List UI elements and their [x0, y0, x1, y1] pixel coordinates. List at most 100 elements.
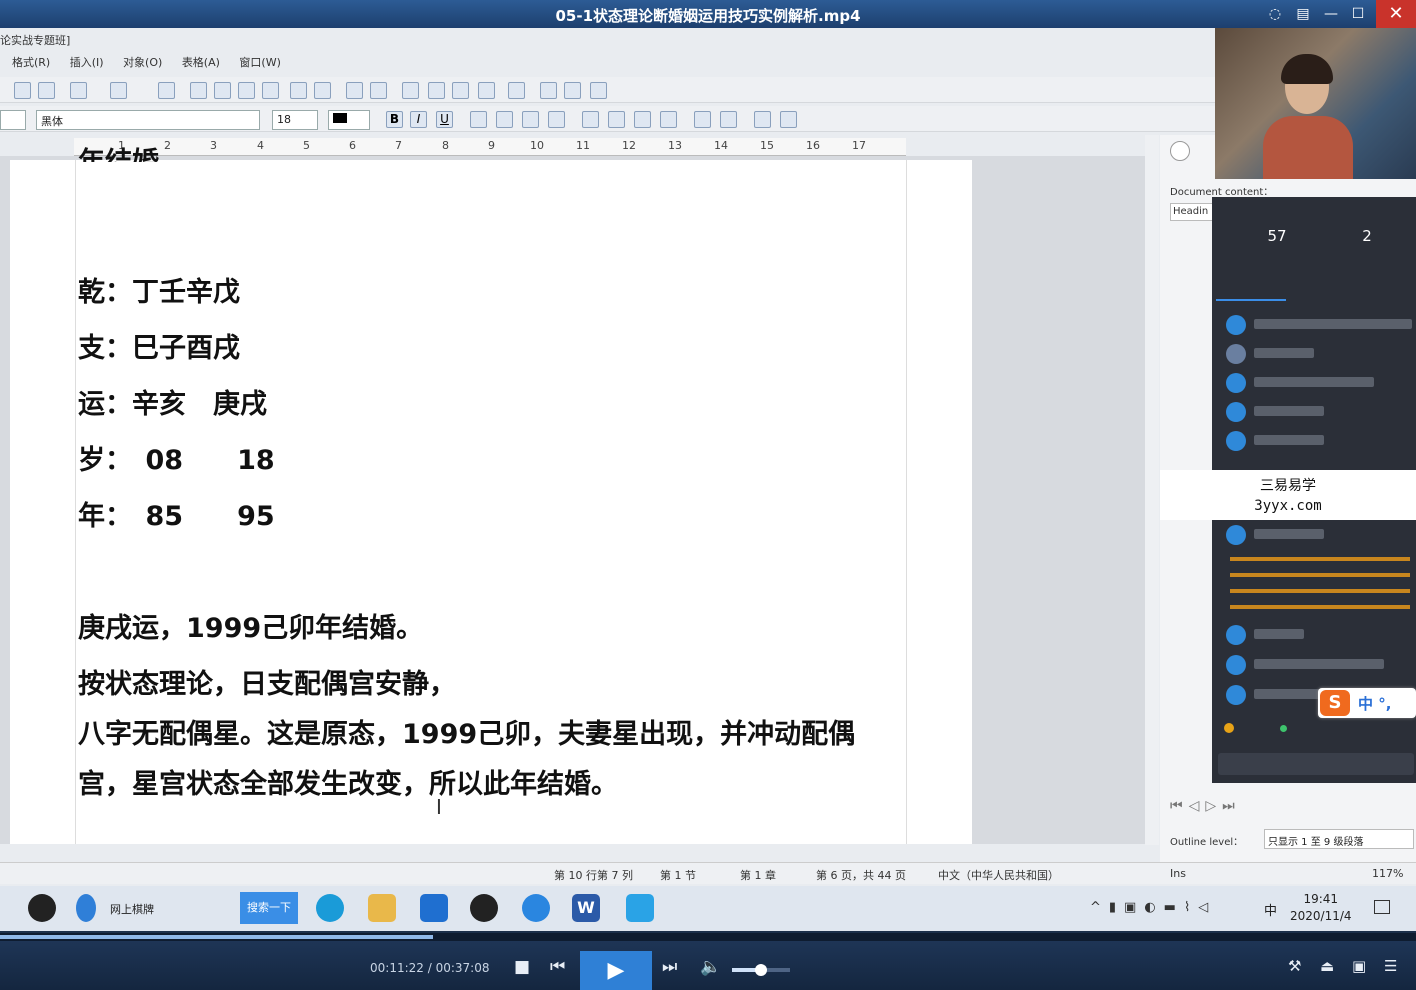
chat-input[interactable]	[1218, 753, 1414, 775]
volume-slider[interactable]	[732, 964, 790, 976]
table-icon[interactable]	[238, 82, 255, 99]
seek-bar-fill	[0, 935, 434, 939]
chat-icon[interactable]: ◌	[1264, 4, 1286, 24]
binoculars-icon[interactable]	[508, 82, 525, 99]
align-left-button[interactable]	[470, 111, 487, 128]
seek-bar[interactable]	[0, 933, 1416, 941]
volume-icon[interactable]: 🔈	[700, 957, 721, 977]
maximize-button[interactable]: ☐	[1347, 4, 1369, 24]
outline-level-dropdown[interactable]: 只显示 1 至 9 级段落	[1264, 829, 1414, 849]
ruler-mark: 11	[576, 139, 590, 152]
font-size-dropdown[interactable]: 18	[272, 110, 318, 130]
decrease-indent-button[interactable]	[754, 111, 771, 128]
heading-field[interactable]: Headin	[1170, 203, 1214, 221]
nav-buttons[interactable]: ⏮◁▷⏭	[1170, 798, 1280, 818]
undo-icon[interactable]	[70, 82, 87, 99]
underline-button[interactable]: U	[436, 111, 453, 128]
search-button[interactable]: 搜索一下	[240, 892, 298, 924]
playlist-icon[interactable]: ▤	[1292, 4, 1314, 24]
app-icon[interactable]	[522, 894, 550, 922]
document-line: 支：巳子酉戌	[78, 333, 240, 364]
ruler-mark: 5	[303, 139, 310, 152]
zoom-icon[interactable]	[290, 82, 307, 99]
frame-icon[interactable]	[370, 82, 387, 99]
ie-browser-icon[interactable]	[76, 894, 96, 922]
language-indicator: 中文（中华人民共和国）	[938, 869, 1059, 882]
document-line: 按状态理论，日支配偶宫安静，	[78, 669, 456, 700]
stop-button[interactable]: ■	[514, 957, 530, 977]
eject-icon[interactable]: ⏏	[1320, 957, 1334, 975]
settings-icon[interactable]	[590, 82, 607, 99]
insert-picture-icon[interactable]	[214, 82, 231, 99]
file-explorer-icon[interactable]	[368, 894, 396, 922]
ime-toolbar[interactable]: S 中 °,	[1318, 688, 1416, 718]
decimal-tab-button[interactable]	[634, 111, 651, 128]
chat-message	[1226, 525, 1412, 545]
format-painter-icon[interactable]	[428, 82, 445, 99]
align-center-button[interactable]	[496, 111, 513, 128]
text-box-icon[interactable]	[346, 82, 363, 99]
font-color-dropdown[interactable]	[328, 110, 370, 130]
bullet-list-button[interactable]	[720, 111, 737, 128]
find-icon[interactable]	[158, 82, 175, 99]
italic-button[interactable]: I	[410, 111, 427, 128]
indent-button[interactable]	[608, 111, 625, 128]
clock[interactable]: 19:41 2020/11/4	[1290, 891, 1352, 925]
ime-indicator[interactable]: 中	[1264, 900, 1277, 919]
numbered-list-button[interactable]	[694, 111, 711, 128]
tab-stop-button[interactable]	[582, 111, 599, 128]
compass-icon[interactable]	[1170, 141, 1190, 161]
screenshot-icon[interactable]: ▣	[1352, 957, 1366, 975]
tools-icon[interactable]	[564, 82, 581, 99]
increase-indent-button[interactable]	[780, 111, 797, 128]
document-line: 乾：丁壬辛戊	[78, 277, 240, 308]
minimize-button[interactable]: —	[1320, 4, 1342, 24]
spellcheck-icon[interactable]	[402, 82, 419, 99]
menu-window[interactable]: 窗口(W)	[239, 56, 280, 69]
copy-icon[interactable]	[14, 82, 31, 99]
clipboard-icon[interactable]	[452, 82, 469, 99]
redo-icon[interactable]	[110, 82, 127, 99]
bold-button[interactable]: B	[386, 111, 403, 128]
volume-knob[interactable]	[755, 964, 767, 976]
menu-insert[interactable]: 插入(I)	[70, 56, 104, 69]
style-dropdown[interactable]	[0, 110, 26, 130]
close-button[interactable]: ✕	[1376, 0, 1416, 28]
align-right-button[interactable]	[522, 111, 539, 128]
print-preview-icon[interactable]	[314, 82, 331, 99]
insert-mode[interactable]: Ins	[1170, 867, 1186, 880]
layout-icon[interactable]	[478, 82, 495, 99]
menu-object[interactable]: 对象(O)	[123, 56, 162, 69]
notification-icon[interactable]	[1374, 900, 1390, 914]
zoom-level[interactable]: 117%	[1372, 867, 1403, 880]
horizontal-ruler[interactable]: 1 2 3 4 5 6 7 8 9 10 11 12 13 14 15 16 1…	[74, 138, 906, 156]
chart-icon[interactable]	[190, 82, 207, 99]
highlighted-messages	[1230, 557, 1410, 613]
gift-icon[interactable]	[1224, 723, 1234, 733]
system-tray-icons[interactable]: ^▮▣◐▬⌇◁	[1090, 900, 1216, 915]
word-icon[interactable]: W	[572, 894, 600, 922]
menu-table[interactable]: 表格(A)	[182, 56, 220, 69]
justify-button[interactable]	[548, 111, 565, 128]
menu-bar: 格式(R) 插入(I) 对象(O) 表格(A) 窗口(W)	[0, 54, 1215, 74]
tools-icon[interactable]: ⚒	[1288, 957, 1301, 975]
video-player-icon[interactable]	[626, 894, 654, 922]
mail-icon[interactable]	[420, 894, 448, 922]
browser-tab-label[interactable]: 网上棋牌	[110, 901, 154, 917]
columns-icon[interactable]	[262, 82, 279, 99]
xbox-icon[interactable]	[470, 894, 498, 922]
edge-icon[interactable]	[316, 894, 344, 922]
font-name-dropdown[interactable]: 黑体	[36, 110, 260, 130]
previous-button[interactable]: ⏮	[550, 957, 565, 977]
style-icon[interactable]	[540, 82, 557, 99]
ruler-mark: 9	[488, 139, 495, 152]
menu-format[interactable]: 格式(R)	[12, 56, 50, 69]
start-icon[interactable]	[28, 894, 56, 922]
next-button[interactable]: ⏭	[662, 957, 677, 977]
playlist-menu-icon[interactable]: ☰	[1384, 957, 1397, 975]
paste-icon[interactable]	[38, 82, 55, 99]
play-button[interactable]: ▶	[580, 951, 652, 990]
video-title: 05-1状态理论断婚姻运用技巧实例解析.mp4	[555, 7, 861, 25]
right-tab-button[interactable]	[660, 111, 677, 128]
vertical-scrollbar[interactable]	[1145, 135, 1159, 845]
